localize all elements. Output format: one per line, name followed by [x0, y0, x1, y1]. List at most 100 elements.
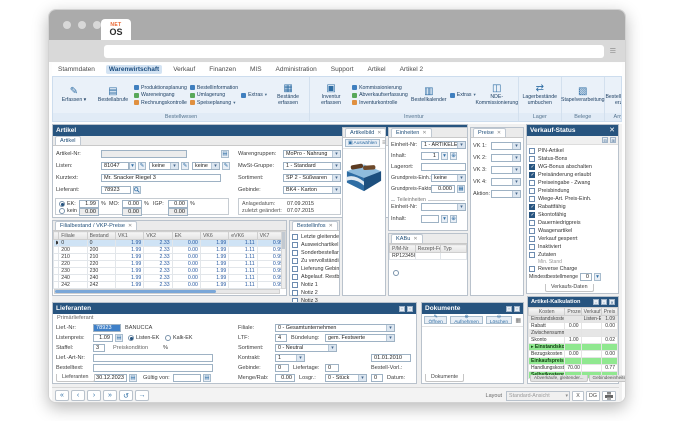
bestellinfo-item-notiz-1[interactable]: Notiz 1	[290, 281, 339, 289]
verkaufs-daten-button[interactable]: Verkaufs-Daten	[545, 284, 594, 292]
column-header-prozent[interactable]: Prozent	[565, 308, 581, 316]
add-icon[interactable]: ⊕	[450, 152, 457, 160]
calculator-icon[interactable]: ▦	[457, 185, 465, 193]
browser-tab[interactable]: NET OS	[101, 19, 131, 40]
listenpreis-field[interactable]: 1.09	[93, 334, 113, 342]
checkbox[interactable]	[292, 282, 298, 288]
bestelltext-field[interactable]	[93, 364, 213, 372]
checkbox[interactable]	[529, 204, 535, 210]
grid-view-icon[interactable]: ▦	[515, 317, 521, 324]
table-row[interactable]: 2302301.992.330.001.991.110.99	[54, 268, 286, 275]
listen-field[interactable]: 81047	[101, 162, 129, 170]
liefertage-field[interactable]: 0	[325, 364, 339, 372]
close-tab-icon[interactable]: ✕	[329, 223, 333, 229]
column-header-filiale[interactable]: Filiale	[59, 232, 87, 240]
x-button[interactable]: X	[572, 391, 584, 401]
print-button[interactable]	[602, 391, 616, 401]
bestellinfo-item-notiz-2[interactable]: Notiz 2	[290, 289, 339, 297]
ribbon-button-stapelverarbeitung[interactable]: ▧Stapelverarbeitung	[565, 87, 601, 104]
kabu-table[interactable]: P/M-NrRezept-Fert.TypRP1234567	[389, 244, 467, 260]
kalk-tab-gebindeeinheiten[interactable]: Gebindeeinheiten	[589, 375, 626, 382]
vorlauf-field[interactable]: 0	[371, 374, 383, 382]
add-icon[interactable]: ⊕	[450, 215, 457, 223]
column-header-p-m-nr[interactable]: P/M-Nr	[390, 245, 416, 253]
dokumente-footer-tab[interactable]: Dokumente	[425, 374, 464, 382]
dg-button[interactable]: DG	[586, 391, 600, 401]
close-tab-icon[interactable]: ✕	[413, 236, 417, 242]
dokumente-öffnen-button[interactable]: ✎ Öffnen	[424, 316, 447, 324]
status-item-pin-artikel[interactable]: PIN-Artikel	[527, 147, 618, 155]
checkbox[interactable]	[529, 156, 535, 162]
tab-artikel[interactable]: Artikel	[55, 136, 81, 145]
ribbon-button-bestände-erfassen[interactable]: ▦Bestände erfassen	[270, 84, 306, 106]
buendelung-select[interactable]: gem. Festwerte	[325, 334, 395, 342]
grundpreis-faktor-field[interactable]: 0.000	[431, 185, 455, 193]
tab-bestellinfos[interactable]: Bestellinfos✕	[292, 221, 338, 230]
status-item-preisänderung-erlaubt[interactable]: Preisänderung erlaubt	[527, 171, 618, 179]
checkbox[interactable]	[529, 236, 535, 242]
checkbox[interactable]	[529, 244, 535, 250]
column-header-rezept-fert-[interactable]: Rezept-Fert.	[415, 245, 441, 253]
filiale-select[interactable]: 0 - Gesamtunternehmen	[275, 324, 395, 332]
inhalt-field[interactable]: 1	[421, 152, 439, 160]
menu-item-artikel-2[interactable]: Artikel 2	[397, 65, 426, 74]
ribbon-button-nde-kommissionierung[interactable]: ◫NDE-Kommissionierung	[479, 84, 515, 106]
tab-preise[interactable]: Preise✕	[473, 128, 506, 137]
preis-select-vk-1-[interactable]	[491, 142, 521, 150]
ribbon-small-wareneingang[interactable]: Wareneingang	[134, 92, 187, 98]
table-row[interactable]: 2422421.992.330.001.991.110.99	[54, 282, 286, 289]
menu-item-artikel[interactable]: Artikel	[365, 65, 389, 74]
lief-gebinde-field[interactable]: 0	[275, 364, 289, 372]
status-item-rabattfähig[interactable]: Rabattfähig	[527, 203, 618, 211]
checkbox[interactable]	[529, 180, 535, 186]
steuer-radio-ek[interactable]	[59, 201, 65, 207]
mwst-select[interactable]: 1 - Standard	[283, 162, 341, 170]
tab-artikelbild[interactable]: Artikelbild✕	[345, 128, 386, 137]
ribbon-small-speiseplanung[interactable]: Speiseplanung▾	[190, 100, 238, 106]
preis-select-vk-2-[interactable]	[491, 154, 521, 162]
edit-icon[interactable]: ✎	[181, 162, 189, 170]
dokumente-löschen-button[interactable]: ⊖ Löschen	[486, 316, 513, 324]
menu-item-support[interactable]: Support	[328, 65, 357, 74]
ribbon-small-produktionsplanung[interactable]: Produktionsplanung	[134, 85, 187, 91]
close-tab-icon[interactable]: ✕	[497, 130, 501, 136]
ribbon-small-kommissionierung[interactable]: Kommissionierung	[352, 85, 408, 91]
ltf-field[interactable]: 4	[275, 334, 287, 342]
note-icon[interactable]: ▤	[221, 150, 229, 158]
ribbon-small-abverkaufserfassung[interactable]: Abverkaufserfassung	[352, 92, 408, 98]
steuer-r2v2-field[interactable]: 0.00	[122, 208, 142, 216]
kalk-tab-abverkäufe-gleitender-[interactable]: Abverkäufe, gleitender...	[530, 375, 588, 382]
tab-einheiten[interactable]: Einheiten✕	[391, 128, 432, 137]
column-header-vk1[interactable]: VK1	[115, 232, 143, 240]
status-item-dauerniedrigpreis[interactable]: Dauerniedrigpreis	[527, 219, 618, 227]
close-tab-icon[interactable]: ✕	[377, 130, 381, 136]
ribbon-small-rechnungskontrolle[interactable]: Rechnungskontrolle	[134, 100, 187, 106]
checkbox[interactable]	[529, 164, 535, 170]
column-header-verkauf[interactable]: Verkauf	[581, 308, 601, 316]
checkbox[interactable]	[529, 188, 535, 194]
checkbox[interactable]	[529, 172, 535, 178]
einheit-nr-select[interactable]: 1 - ARTIKELEINH...	[421, 141, 466, 149]
bestellinfo-item-zu-vervollständigen[interactable]: Zu vervollständigen	[290, 257, 339, 265]
traffic-lights[interactable]	[63, 21, 101, 29]
tab-filialbestand[interactable]: Filialbestand / VKP-Preise✕	[55, 221, 137, 230]
listen-dropdown-icon[interactable]: ▾	[129, 162, 136, 170]
tab-kabu[interactable]: KABu✕	[391, 234, 423, 243]
menu-item-finanzen[interactable]: Finanzen	[206, 65, 239, 74]
checkbox[interactable]	[529, 196, 535, 202]
menu-item-administration[interactable]: Administration	[273, 65, 320, 74]
kontrakt-select[interactable]: 1	[275, 354, 305, 362]
kalk-ek-radio[interactable]	[165, 335, 171, 341]
ribbon-button-inventur-erfassen[interactable]: ▣Inventur erfassen	[313, 84, 349, 106]
listen-ek-radio[interactable]	[128, 335, 134, 341]
checkbox[interactable]	[292, 242, 298, 248]
bestellinfo-item-letzte-gleitende-lieferung[interactable]: Letzte gleitende Lieferung	[290, 233, 339, 241]
status-item-status-bons[interactable]: Status-Bons	[527, 155, 618, 163]
steuer-r2v3-field[interactable]: 0.00	[168, 208, 188, 216]
kalkulation-table[interactable]: KostenProzentVerkaufPreisEinstandskosten…	[528, 307, 618, 379]
status-item-inaktiviert[interactable]: Inaktiviert	[527, 243, 618, 251]
layout-select[interactable]: Standard-Ansicht	[506, 391, 570, 401]
grundpreis-einheit-select[interactable]: keine	[431, 174, 466, 182]
nav-go-button[interactable]: →	[135, 390, 149, 401]
preis-select-aktion-[interactable]	[491, 190, 521, 198]
